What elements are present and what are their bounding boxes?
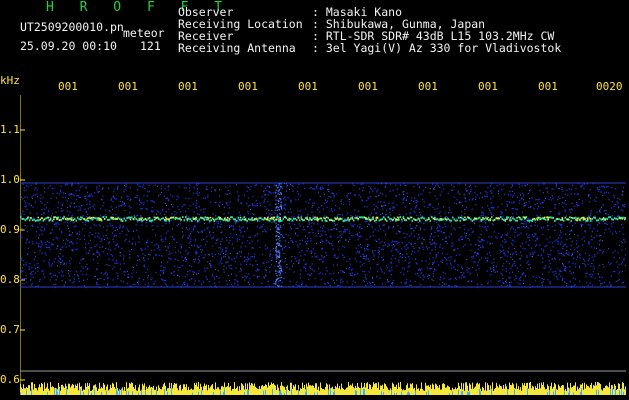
spectrogram-canvas — [20, 95, 626, 395]
time-tick-label: 001 — [478, 80, 498, 93]
time-tick-label: 001 — [298, 80, 318, 93]
freq-tick-label: 0.7 — [0, 323, 20, 336]
freq-tick-label: 0.9 — [0, 223, 20, 236]
spectrogram-plot — [20, 95, 626, 395]
filename-label: UT2509200010.pn — [20, 20, 124, 34]
time-tick-label: 001 — [538, 80, 558, 93]
detection-tag: meteor — [123, 26, 165, 40]
axis-unit-label: kHz — [0, 74, 20, 87]
time-tick-label: 001 — [118, 80, 138, 93]
datetime-label: 25.09.20 00:10 — [20, 39, 117, 53]
antenna-label: Receiving Antenna — [178, 41, 296, 55]
freq-tick-label: 0.6 — [0, 373, 20, 386]
time-tick-label: 001 — [238, 80, 258, 93]
antenna-value: : 3el Yagi(V) Az 330 for Vladivostok — [312, 41, 562, 55]
time-tick-label: 001 — [358, 80, 378, 93]
time-tick-label: 0020 — [596, 80, 623, 93]
time-tick-label: 001 — [178, 80, 198, 93]
count-label: 121 — [140, 39, 161, 53]
time-tick-label: 001 — [418, 80, 438, 93]
freq-tick-label: 1.1 — [0, 123, 20, 136]
freq-tick-label: 1.0 — [0, 173, 20, 186]
freq-tick-label: 0.8 — [0, 273, 20, 286]
time-tick-label: 001 — [58, 80, 78, 93]
